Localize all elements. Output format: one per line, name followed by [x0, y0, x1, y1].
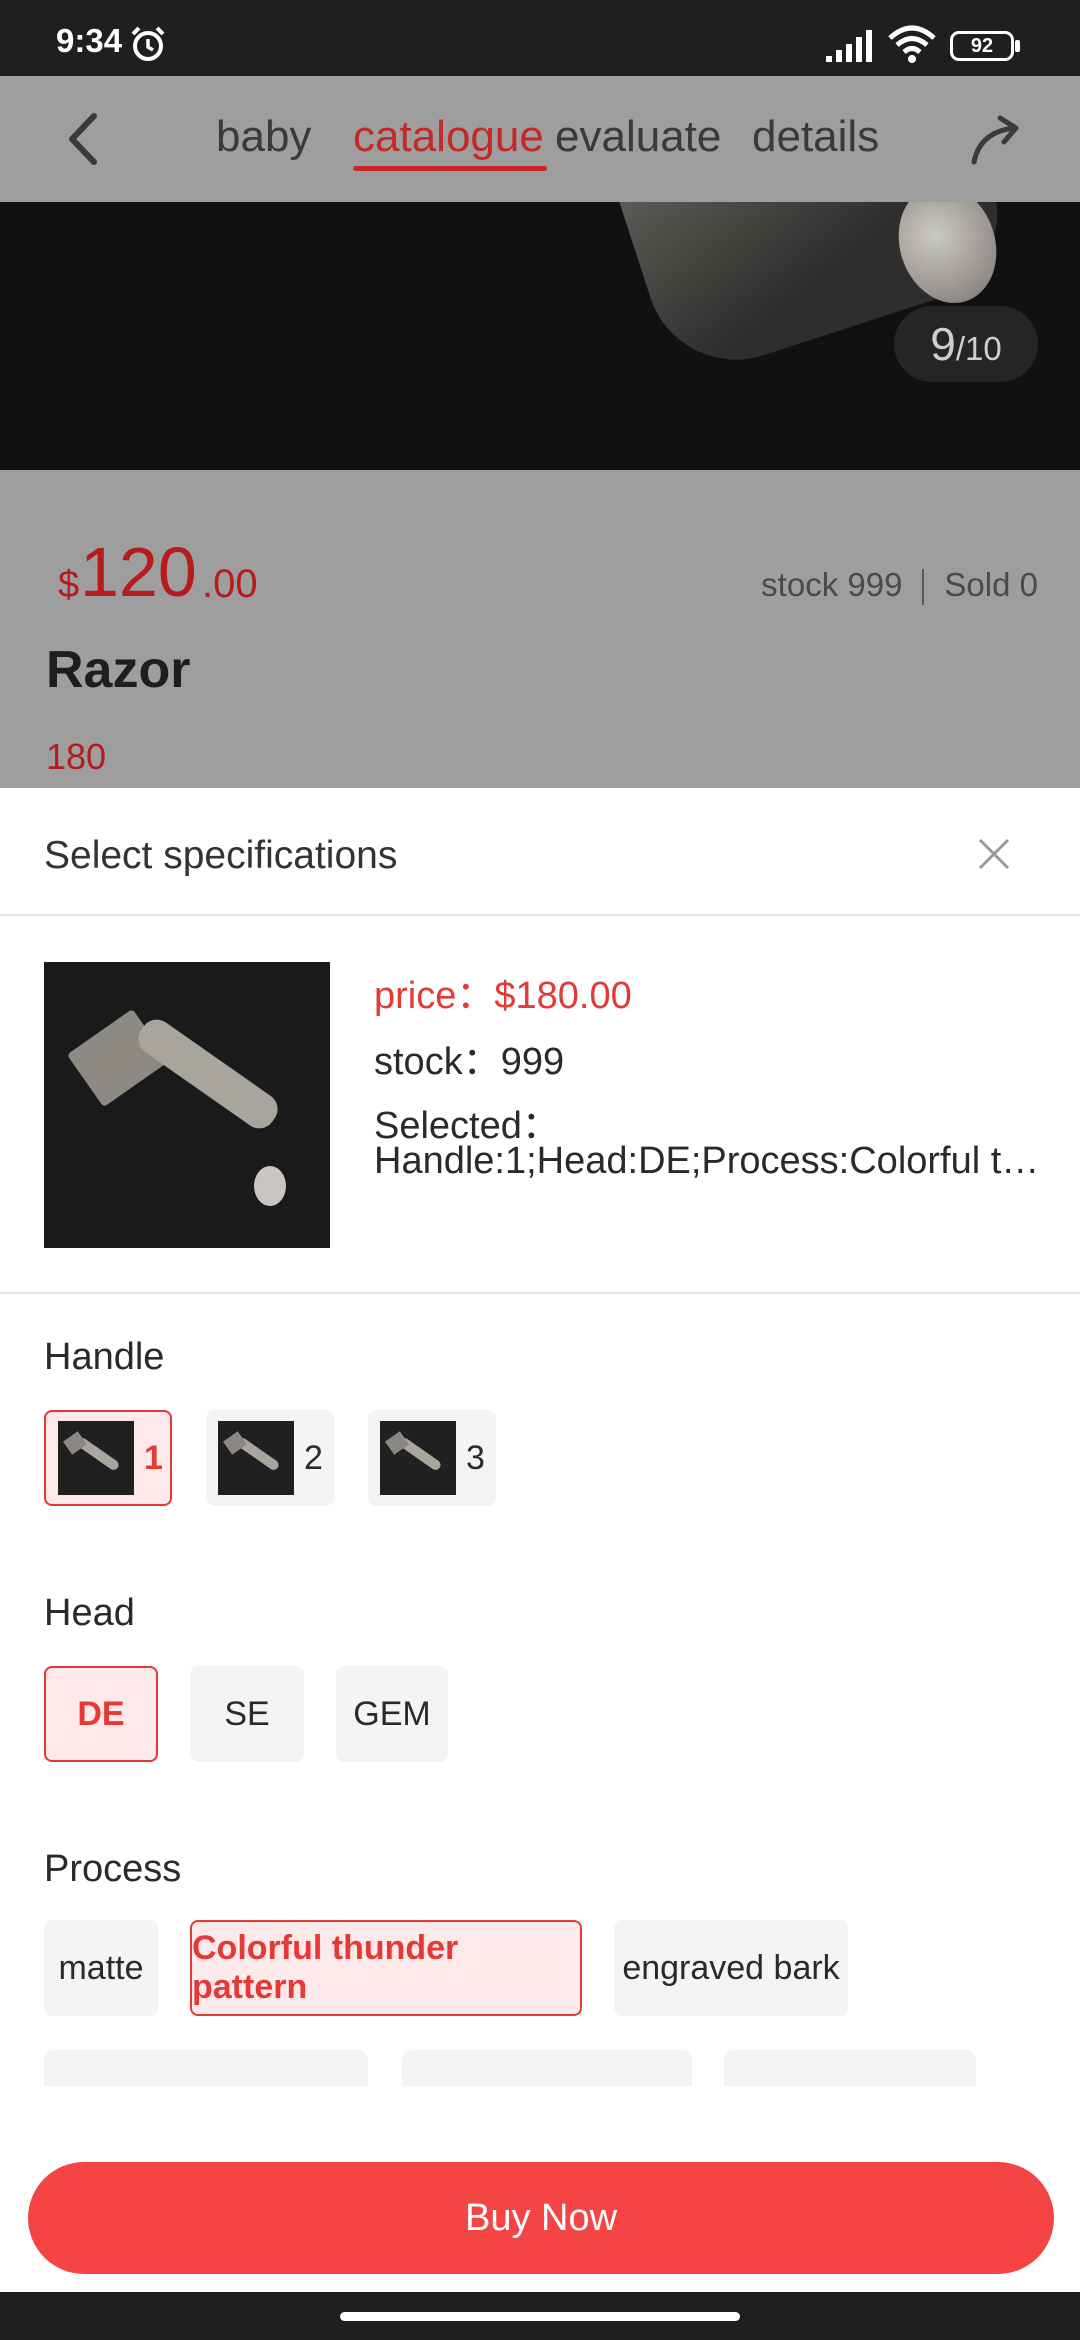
spec-sheet: Select specifications price：$180.00 stoc… — [0, 788, 1080, 2292]
razor-image — [44, 962, 330, 1248]
handle-option-label: 3 — [466, 1438, 485, 1477]
active-tab-indicator — [353, 166, 547, 171]
selected-stock: stock：999 — [374, 1041, 565, 1083]
tab-baby[interactable]: baby — [216, 112, 311, 162]
buy-now-button[interactable]: Buy Now — [28, 2162, 1054, 2274]
handle-option-3[interactable]: 3 — [368, 1410, 496, 1506]
tab-evaluate[interactable]: evaluate — [555, 112, 721, 162]
sheet-title: Select specifications — [44, 834, 398, 877]
product-title: Razor — [46, 641, 191, 699]
product-info: $ 120 .00 stock 999 Sold 0 Razor 180 — [0, 470, 1080, 788]
alarm-icon — [131, 26, 165, 61]
gallery-current: 9 — [930, 318, 956, 370]
gallery-page-counter: 9/10 — [894, 306, 1038, 382]
selected-value: Handle:1;Head:DE;Process:Colorful thunde… — [374, 1140, 1040, 1182]
handle-option-label: 2 — [304, 1438, 323, 1477]
price-main: 120 — [80, 533, 197, 611]
stock-sold: stock 999 Sold 0 — [761, 566, 1038, 606]
system-navigation-bar — [0, 2292, 1080, 2340]
sheet-info-divider — [0, 1292, 1080, 1294]
handle-label: Handle — [44, 1336, 165, 1378]
product-sub-value: 180 — [46, 736, 107, 777]
sheet-header-divider — [0, 914, 1080, 916]
handle-option-2[interactable]: 2 — [206, 1410, 334, 1506]
handle-option-1[interactable]: 1 — [44, 1410, 172, 1506]
top-navigation: baby catalogue evaluate details — [0, 76, 1080, 202]
battery-level: 92 — [970, 35, 994, 57]
sold-count: Sold 0 — [944, 566, 1038, 603]
process-label: Process — [44, 1848, 182, 1890]
back-chevron-icon[interactable] — [60, 110, 110, 168]
handle-option-label: 1 — [144, 1438, 163, 1477]
battery-icon: 92 — [950, 31, 1014, 61]
battery-tip — [1015, 40, 1020, 52]
process-option-matte[interactable]: matte — [44, 1920, 158, 2016]
stock-count: stock 999 — [761, 566, 903, 603]
head-option-de[interactable]: DE — [44, 1666, 158, 1762]
handle-option-thumbnail — [58, 1421, 134, 1495]
status-bar: 9:34 92 — [0, 0, 1080, 76]
status-time: 9:34 — [56, 22, 123, 59]
head-option-se[interactable]: SE — [190, 1666, 304, 1762]
gallery-total: /10 — [955, 330, 1002, 367]
share-arrow-icon[interactable] — [966, 112, 1026, 168]
signal-icon — [826, 30, 872, 62]
tab-catalogue[interactable]: catalogue — [353, 112, 544, 162]
head-option-gem[interactable]: GEM — [336, 1666, 448, 1762]
tab-details[interactable]: details — [752, 112, 879, 162]
head-label: Head — [44, 1592, 135, 1634]
process-option-engraved-bark[interactable]: engraved bark — [614, 1920, 848, 2016]
spec-thumbnail — [44, 962, 330, 1248]
home-indicator[interactable] — [340, 2312, 740, 2321]
handle-option-thumbnail — [218, 1421, 294, 1495]
stock-sold-separator — [922, 569, 925, 606]
selected-price: price：$180.00 — [374, 975, 632, 1017]
price-cents: .00 — [202, 562, 258, 606]
price-currency: $ — [58, 564, 80, 606]
process-option-colorful-thunder-pattern[interactable]: Colorful thunder pattern — [190, 1920, 582, 2016]
wifi-icon — [888, 25, 936, 63]
close-icon[interactable] — [972, 832, 1016, 876]
handle-option-thumbnail — [380, 1421, 456, 1495]
